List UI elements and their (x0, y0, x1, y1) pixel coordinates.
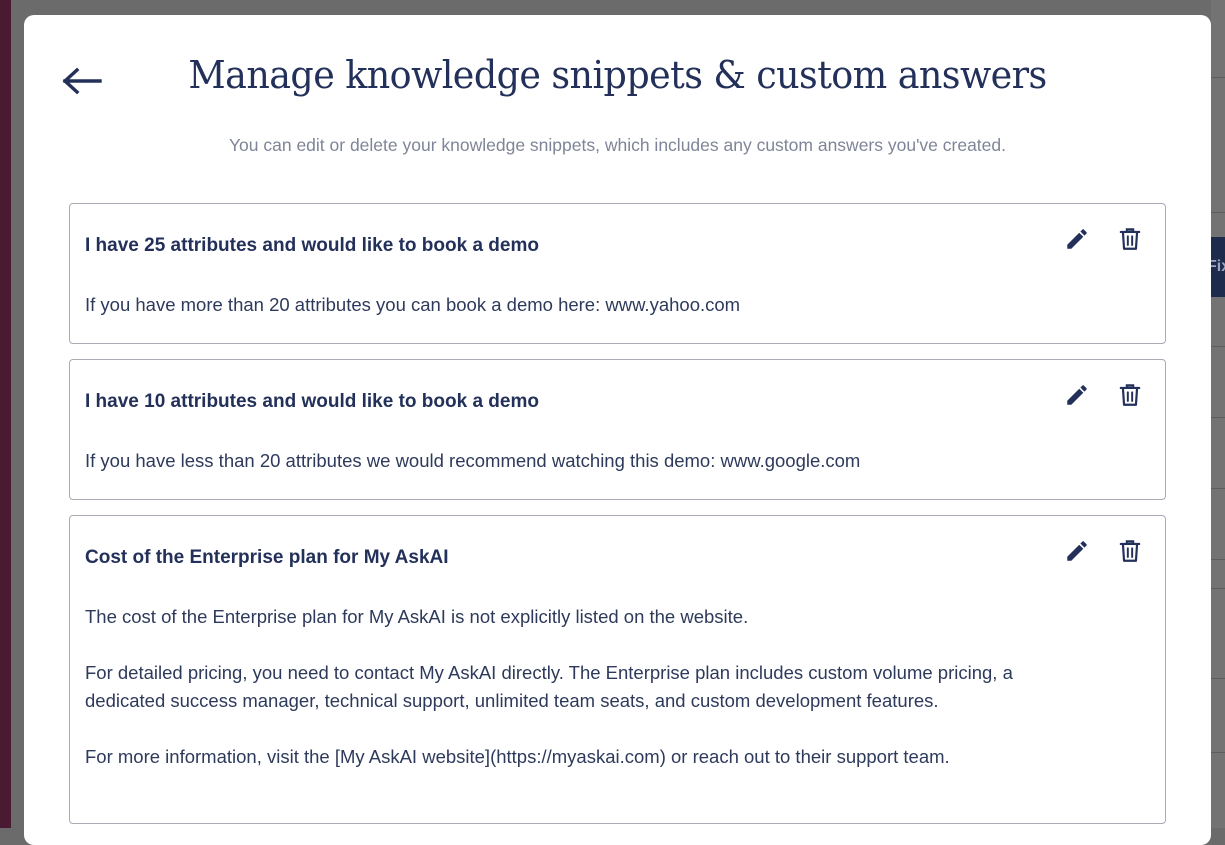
snippet-paragraph: The cost of the Enterprise plan for My A… (85, 606, 749, 627)
snippet-title: Cost of the Enterprise plan for My AskAI (85, 547, 449, 568)
snippet-body: If you have more than 20 attributes you … (85, 291, 1045, 319)
modal-subtitle: You can edit or delete your knowledge sn… (228, 135, 1007, 155)
background-page-edge (1211, 0, 1225, 828)
snippet-card: I have 25 attributes and would like to b… (69, 203, 1166, 344)
trash-icon (1119, 540, 1141, 562)
delete-snippet-button[interactable] (1115, 536, 1145, 566)
edit-snippet-button[interactable] (1062, 224, 1092, 254)
background-partial-button: Fix (1211, 237, 1225, 297)
edit-snippet-button[interactable] (1062, 380, 1092, 410)
snippet-paragraph: If you have less than 20 attributes we w… (85, 450, 861, 471)
background-sidebar-strip (0, 0, 11, 828)
pencil-icon (1067, 385, 1087, 405)
snippet-card: I have 10 attributes and would like to b… (69, 359, 1166, 500)
snippet-card: Cost of the Enterprise plan for My AskAI… (69, 515, 1166, 824)
pencil-icon (1067, 229, 1087, 249)
modal-title: Manage knowledge snippets & custom answe… (188, 53, 1047, 97)
delete-snippet-button[interactable] (1115, 224, 1145, 254)
snippet-paragraph: If you have more than 20 attributes you … (85, 294, 741, 315)
snippet-body: The cost of the Enterprise plan for My A… (85, 603, 1045, 771)
snippet-title: I have 25 attributes and would like to b… (85, 235, 539, 256)
edit-snippet-button[interactable] (1062, 536, 1092, 566)
pencil-icon (1067, 541, 1087, 561)
trash-icon (1119, 384, 1141, 406)
snippet-body: If you have less than 20 attributes we w… (85, 447, 1045, 475)
snippet-paragraph: For more information, visit the [My AskA… (85, 746, 950, 767)
snippet-paragraph: For detailed pricing, you need to contac… (85, 662, 1013, 711)
delete-snippet-button[interactable] (1115, 380, 1145, 410)
trash-icon (1119, 228, 1141, 250)
snippet-title: I have 10 attributes and would like to b… (85, 391, 539, 412)
manage-snippets-modal: Manage knowledge snippets & custom answe… (24, 15, 1211, 845)
